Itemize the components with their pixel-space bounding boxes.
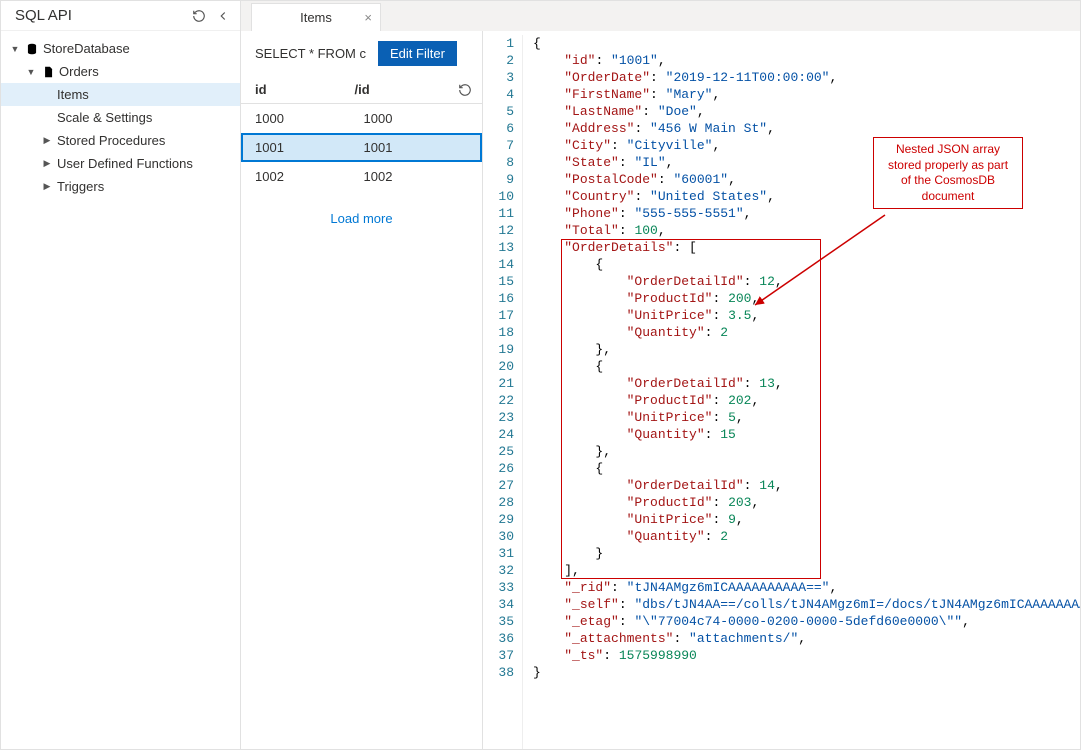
chevron-down-icon: ▼ — [25, 67, 37, 77]
item-row[interactable]: 10021002 — [241, 162, 482, 191]
main-area: Items × SELECT * FROM c Edit Filter id /… — [241, 1, 1080, 749]
chevron-right-icon: ▶ — [41, 181, 53, 192]
close-icon[interactable]: × — [364, 10, 372, 25]
tree-item-triggers[interactable]: ▶ Triggers — [1, 175, 240, 198]
tree-item-container[interactable]: ▼ Orders — [1, 60, 240, 83]
resource-tree: ▼ StoreDatabase ▼ Orders Items Scale & S… — [1, 31, 240, 204]
refresh-icon[interactable] — [192, 9, 206, 23]
tree-label: Items — [57, 87, 89, 102]
tree-label: User Defined Functions — [57, 156, 193, 171]
sidebar: SQL API ▼ StoreDatabase ▼ — [1, 1, 241, 749]
item-row[interactable]: 10001000 — [241, 104, 482, 133]
document-icon — [41, 65, 55, 79]
column-partition-key: /id — [355, 82, 455, 97]
sidebar-header: SQL API — [1, 1, 240, 31]
refresh-icon[interactable] — [458, 83, 472, 97]
query-text: SELECT * FROM c — [255, 46, 366, 61]
tree-label: StoreDatabase — [43, 41, 130, 56]
items-header: id /id — [241, 76, 482, 104]
tabbar: Items × — [241, 1, 1080, 31]
chevron-right-icon: ▶ — [41, 158, 53, 169]
item-row[interactable]: 10011001 — [241, 133, 482, 162]
sidebar-title: SQL API — [15, 7, 72, 24]
load-more-link[interactable]: Load more — [241, 191, 482, 246]
tree-label: Scale & Settings — [57, 110, 152, 125]
tree-label: Triggers — [57, 179, 104, 194]
tab-label: Items — [300, 10, 332, 25]
tree-item-scale[interactable]: Scale & Settings — [1, 106, 240, 129]
tree-item-udf[interactable]: ▶ User Defined Functions — [1, 152, 240, 175]
items-panel: SELECT * FROM c Edit Filter id /id 10001… — [241, 31, 483, 749]
column-id: id — [255, 82, 355, 97]
edit-filter-button[interactable]: Edit Filter — [378, 41, 457, 66]
tree-item-database[interactable]: ▼ StoreDatabase — [1, 37, 240, 60]
tree-label: Orders — [59, 64, 99, 79]
database-icon — [25, 42, 39, 56]
tab-items[interactable]: Items × — [251, 3, 381, 31]
chevron-right-icon: ▶ — [41, 135, 53, 146]
query-row: SELECT * FROM c Edit Filter — [241, 31, 482, 76]
tree-label: Stored Procedures — [57, 133, 165, 148]
tree-item-sprocs[interactable]: ▶ Stored Procedures — [1, 129, 240, 152]
annotation-callout: Nested JSON array stored properly as par… — [873, 137, 1023, 209]
tree-item-items[interactable]: Items — [1, 83, 240, 106]
line-gutter: 1234567891011121314151617181920212223242… — [483, 35, 523, 749]
json-editor[interactable]: 1234567891011121314151617181920212223242… — [483, 31, 1080, 749]
chevron-down-icon: ▼ — [9, 44, 21, 54]
collapse-icon[interactable] — [216, 9, 230, 23]
